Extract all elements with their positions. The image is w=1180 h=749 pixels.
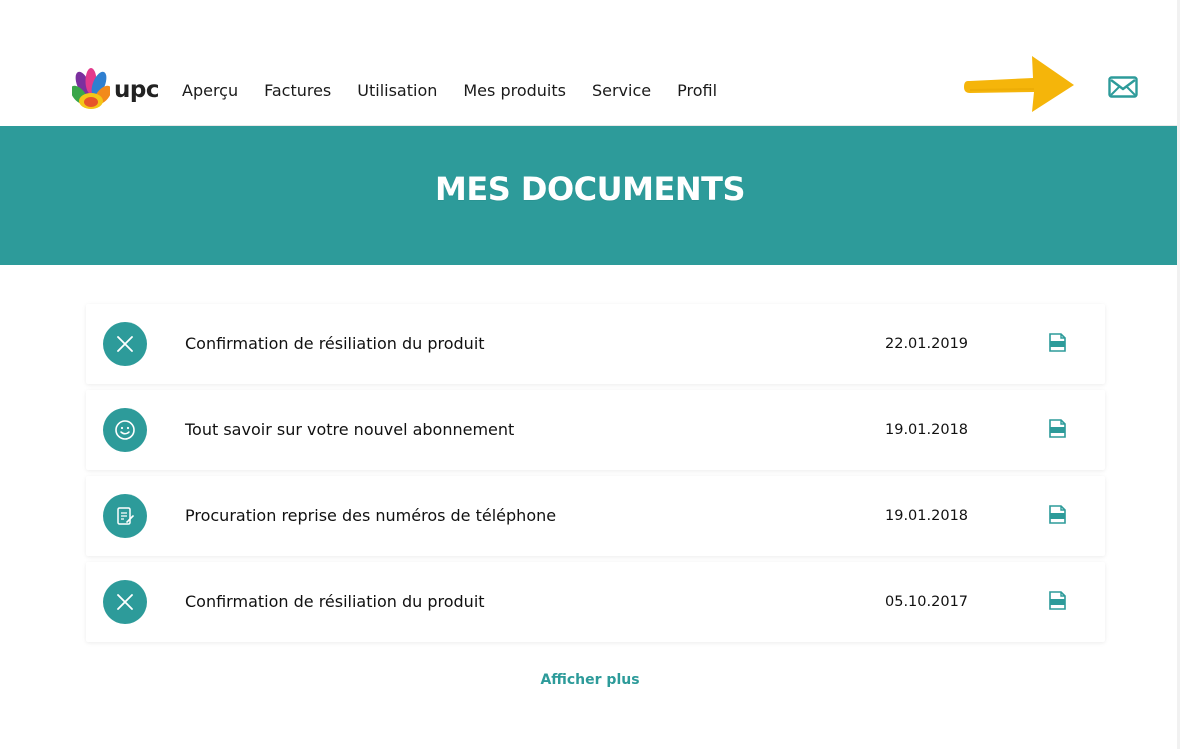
page-banner: MES DOCUMENTS	[0, 126, 1180, 265]
document-date: 19.01.2018	[885, 422, 969, 438]
nav-item-profil[interactable]: Profil	[677, 80, 717, 102]
nav-item-mes-produits[interactable]: Mes produits	[463, 80, 566, 102]
smiley-icon	[103, 408, 147, 452]
nav-item-apercu[interactable]: Aperçu	[182, 80, 238, 102]
document-date: 19.01.2018	[885, 508, 969, 524]
document-row[interactable]: Tout savoir sur votre nouvel abonnement …	[86, 390, 1105, 470]
pdf-icon[interactable]	[1049, 419, 1066, 438]
document-sign-icon	[103, 494, 147, 538]
pdf-icon[interactable]	[1049, 591, 1066, 610]
document-date: 22.01.2019	[885, 336, 969, 352]
pdf-icon[interactable]	[1049, 333, 1066, 352]
upc-logo[interactable]: upc	[72, 68, 159, 112]
close-icon	[103, 322, 147, 366]
page: upc Aperçu Factures Utilisation Mes prod…	[0, 0, 1180, 749]
pdf-icon[interactable]	[1049, 505, 1066, 524]
nav-item-factures[interactable]: Factures	[264, 80, 331, 102]
page-title: MES DOCUMENTS	[435, 170, 745, 208]
document-row[interactable]: Confirmation de résiliation du produit 2…	[86, 304, 1105, 384]
nav-item-service[interactable]: Service	[592, 80, 651, 102]
annotation-arrow-icon	[964, 56, 1074, 112]
document-date: 05.10.2017	[885, 594, 969, 610]
document-list: Confirmation de résiliation du produit 2…	[86, 304, 1105, 648]
mail-icon[interactable]	[1108, 76, 1138, 98]
document-row[interactable]: Confirmation de résiliation du produit 0…	[86, 562, 1105, 642]
upc-logo-icon	[72, 68, 110, 109]
logo-text: upc	[114, 77, 159, 103]
document-row[interactable]: Procuration reprise des numéros de télép…	[86, 476, 1105, 556]
document-title[interactable]: Tout savoir sur votre nouvel abonnement	[185, 419, 514, 441]
document-title[interactable]: Confirmation de résiliation du produit	[185, 591, 485, 613]
nav-item-utilisation[interactable]: Utilisation	[357, 80, 437, 102]
document-title[interactable]: Confirmation de résiliation du produit	[185, 333, 485, 355]
close-icon	[103, 580, 147, 624]
show-more-link[interactable]: Afficher plus	[0, 672, 1180, 688]
header: upc Aperçu Factures Utilisation Mes prod…	[0, 0, 1180, 126]
main-nav: Aperçu Factures Utilisation Mes produits…	[182, 80, 743, 102]
document-title[interactable]: Procuration reprise des numéros de télép…	[185, 505, 556, 527]
